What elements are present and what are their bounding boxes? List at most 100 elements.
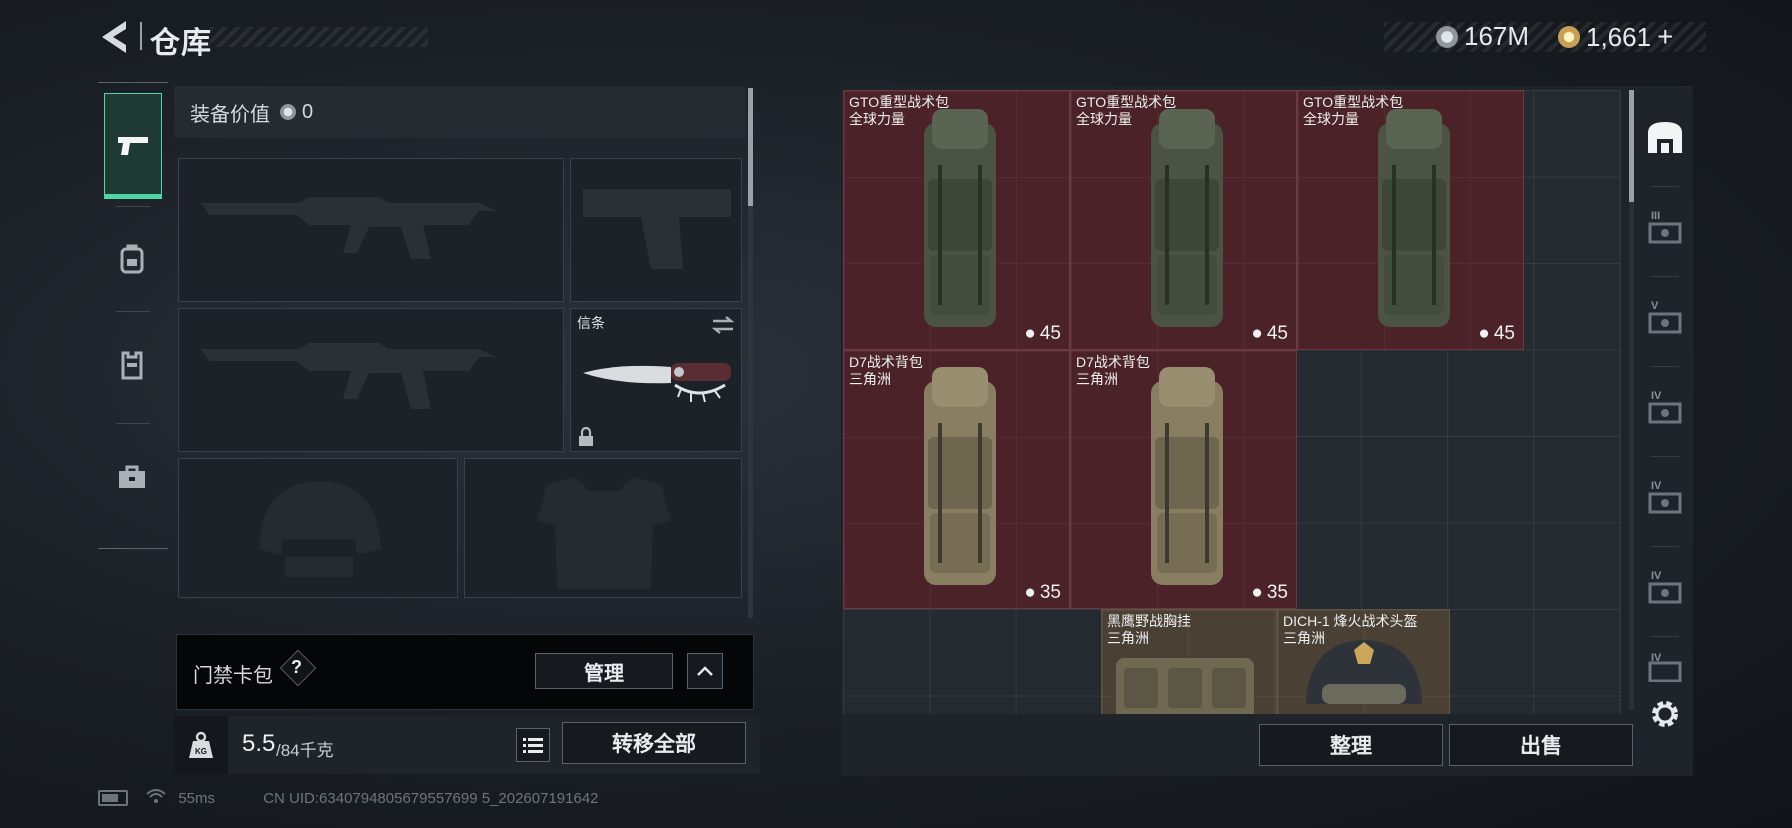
page-title: 仓库 [150, 27, 212, 60]
rail-tab-weapons[interactable] [104, 93, 162, 199]
gold-currency[interactable]: 1,661 + [1558, 21, 1673, 53]
storage-tab-4[interactable]: IV [1637, 458, 1693, 544]
back-button[interactable] [96, 18, 132, 56]
storage-grid[interactable]: GTO重型战术包 全球力量 ● 45 GTO重型战术包 全球力量 ● 45 GT… [843, 90, 1621, 714]
rail-tab-supplies[interactable] [104, 425, 160, 529]
rail-tab-armor[interactable] [104, 313, 160, 417]
primary-weapon-slot-1[interactable] [178, 158, 564, 302]
silver-coin-icon [280, 104, 296, 120]
storage-tab-3[interactable]: IV [1637, 368, 1693, 454]
storage-item[interactable]: GTO重型战术包 全球力量 ● 45 [843, 90, 1070, 350]
backpack-icon [120, 244, 144, 274]
pistol-icon [118, 137, 148, 155]
equipment-scrollbar-thumb[interactable] [748, 88, 753, 206]
storage-item[interactable]: GTO重型战术包 全球力量 ● 45 [1297, 90, 1524, 350]
add-currency-button[interactable]: + [1657, 21, 1673, 53]
currency-bar: 167M 1,661 + [1384, 21, 1706, 53]
list-view-button[interactable] [516, 728, 550, 762]
item-brand: 三角洲 [1076, 371, 1118, 387]
capacity-icon: ● [1478, 323, 1490, 344]
rifle-icon [201, 197, 497, 259]
handgun-icon [583, 189, 731, 269]
storage-item[interactable]: 黑鹰野战胸挂 三角洲 [1101, 609, 1277, 714]
item-brand: 全球力量 [1076, 111, 1132, 127]
storage-item[interactable]: D7战术背包 三角洲 ● 35 [843, 350, 1070, 609]
armor-slot[interactable] [464, 458, 742, 598]
weight-icon-box: KG [174, 716, 228, 774]
item-name: GTO重型战术包 [1076, 94, 1177, 110]
equipment-value-bar: 装备价值 0 [174, 86, 746, 138]
rail-tab-bags[interactable] [104, 207, 160, 311]
title-divider [140, 22, 142, 50]
equipment-value: 0 [302, 100, 314, 123]
backpack-image [924, 109, 996, 327]
silver-amount: 167M [1464, 21, 1530, 51]
storage-filter-column: III V IV IV IV IV [1637, 86, 1693, 727]
item-capacity: ● 45 [1024, 323, 1061, 344]
item-capacity: ● 35 [1024, 582, 1061, 603]
melee-slot[interactable]: 信条 [570, 308, 742, 452]
uid-text: CN UID:6340794805679557699 5_20260719164… [263, 789, 599, 807]
vest-icon [121, 351, 143, 380]
title-decoration [210, 27, 428, 47]
equipment-panel: 装备价值 0 信条 门禁卡包 ? 管理 KG 5.5 /84千克 转移全部 [174, 86, 760, 776]
item-capacity: ● 45 [1478, 323, 1515, 344]
equipment-value-label: 装备价值 [190, 103, 270, 126]
silver-currency: 167M [1436, 21, 1529, 52]
gold-coin-icon [1558, 26, 1580, 48]
item-brand: 全球力量 [849, 111, 905, 127]
access-card-bar: 门禁卡包 ? 管理 [176, 634, 754, 710]
category-rail [98, 82, 168, 549]
weight-icon: KG [189, 731, 213, 758]
storage-tab-1[interactable]: III [1637, 188, 1693, 274]
storage-tab-all[interactable] [1637, 94, 1693, 180]
rifle-icon [201, 343, 497, 409]
settings-button[interactable] [1637, 686, 1693, 742]
swap-icon[interactable] [711, 315, 735, 335]
body-armor-icon [537, 477, 671, 589]
storage-item[interactable]: GTO重型战术包 全球力量 ● 45 [1070, 90, 1297, 350]
backpack-image [924, 367, 996, 585]
helmet-icon [259, 481, 381, 577]
storage-tab-2[interactable]: V [1637, 278, 1693, 364]
storage-tab-6[interactable]: IV [1637, 638, 1693, 682]
battery-icon [98, 790, 128, 806]
collapse-button[interactable] [687, 653, 723, 689]
storage-item[interactable]: D7战术背包 三角洲 ● 35 [1070, 350, 1297, 609]
item-name: D7战术背包 [1076, 354, 1150, 370]
wifi-icon [146, 788, 166, 808]
helmet-slot[interactable] [178, 458, 458, 598]
capacity-icon: ● [1024, 582, 1036, 603]
pistol-slot[interactable] [570, 158, 742, 302]
item-name: 黑鹰野战胸挂 [1107, 613, 1191, 629]
tier-label: IV [1651, 390, 1662, 402]
chest-rig-image [1116, 658, 1254, 714]
storage-item[interactable]: DICH-1 烽火战术头盔 三角洲 [1277, 609, 1450, 714]
item-brand: 三角洲 [1107, 630, 1149, 646]
item-brand: 三角洲 [849, 371, 891, 387]
item-brand: 全球力量 [1303, 111, 1359, 127]
melee-label: 信条 [577, 315, 605, 331]
storage-tab-5[interactable]: IV [1637, 548, 1693, 634]
access-card-label: 门禁卡包 [193, 665, 273, 687]
primary-weapon-slot-2[interactable] [178, 308, 564, 452]
ping-value: 55ms [178, 789, 216, 807]
weight-max: /84千克 [276, 741, 334, 760]
weight-bar: KG 5.5 /84千克 转移全部 [174, 716, 760, 774]
storage-scrollbar-thumb[interactable] [1629, 90, 1634, 202]
backpack-image [1151, 109, 1223, 327]
help-icon[interactable]: ? [291, 657, 302, 678]
capacity-icon: ● [1251, 582, 1263, 603]
toolbox-icon [119, 465, 145, 488]
lock-icon [579, 427, 593, 446]
chevron-up-icon [697, 666, 713, 676]
warehouse-icon [1648, 122, 1682, 153]
manage-button[interactable]: 管理 [535, 653, 673, 689]
capacity-icon: ● [1251, 323, 1263, 344]
item-brand: 三角洲 [1283, 630, 1325, 646]
transfer-all-button[interactable]: 转移全部 [562, 722, 746, 764]
warehouse-panel: GTO重型战术包 全球力量 ● 45 GTO重型战术包 全球力量 ● 45 GT… [841, 86, 1693, 776]
organize-button[interactable]: 整理 [1259, 724, 1443, 766]
tier-label: III [1651, 210, 1661, 222]
sell-button[interactable]: 出售 [1449, 724, 1633, 766]
